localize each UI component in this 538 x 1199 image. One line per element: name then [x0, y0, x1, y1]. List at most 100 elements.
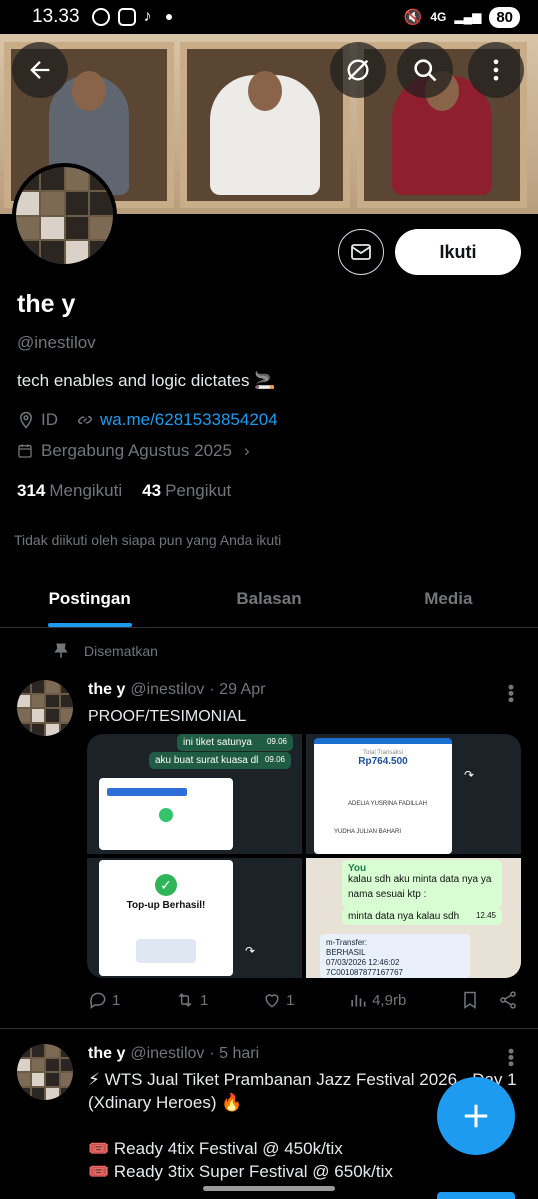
message-button[interactable]	[338, 229, 384, 275]
tweet-more-icon-2[interactable]: •••	[501, 1048, 521, 1067]
bookmark-action[interactable]	[460, 990, 518, 1010]
profile-avatar[interactable]	[12, 163, 117, 268]
profile-location: ID	[41, 410, 58, 429]
following-count: 314	[17, 481, 46, 500]
bookmark-icon	[464, 991, 476, 1009]
back-arrow-icon	[30, 61, 50, 79]
pinned-label: Disematkan	[84, 643, 158, 659]
link-icon	[78, 416, 92, 424]
status-time: 13.33	[32, 6, 80, 27]
retweet-count: 1	[200, 991, 209, 1009]
search-button[interactable]	[397, 42, 453, 98]
tweet-avatar[interactable]	[17, 680, 73, 736]
more-vertical-icon	[493, 59, 499, 81]
profile-website-link[interactable]: wa.me/6281533854204	[100, 410, 278, 430]
tweet-2-line-4: 🎟️ Ready 3tix Super Festival @ 650k/tix	[88, 1162, 393, 1181]
signal-icon: ▂▄▆	[454, 10, 482, 24]
like-action[interactable]: 1	[262, 990, 294, 1010]
followers-label: Pengikut	[165, 481, 232, 500]
followers-count-link[interactable]: 43 Pengikut	[142, 481, 231, 501]
more-options-button[interactable]	[468, 42, 524, 98]
plus-icon	[464, 1104, 488, 1128]
tweet-actions: 1 1 1 4,9rb	[88, 990, 518, 1010]
topup-success-thumb: ✓ Top-up Berhasil!	[99, 860, 233, 976]
tweet-text: PROOF/TESIMONIAL	[88, 708, 247, 725]
retweet-icon	[178, 993, 192, 1007]
tweet-divider	[0, 1028, 538, 1029]
battery-badge: 80	[489, 6, 520, 28]
media-image-2[interactable]: Total Transaksi Rp764.500 ADELIA YUSRINA…	[306, 734, 521, 854]
search-icon	[414, 59, 437, 82]
profile-name: the y	[17, 290, 76, 318]
profile-bio: tech enables and logic dictates 🚬	[17, 371, 276, 390]
chat-bubble-2: aku buat surat kuasa dl 09.06	[149, 752, 291, 769]
tweet-avatar-photo	[17, 680, 73, 736]
home-indicator[interactable]	[203, 1186, 335, 1191]
mute-icon: 🔇	[403, 9, 423, 26]
mutual-followers-text: Tidak diikuti oleh siapa pun yang Anda i…	[14, 532, 282, 548]
tab-posts[interactable]: Postingan	[0, 570, 179, 627]
media-image-1[interactable]: ini tiket satunya 09.06 aku buat surat ku…	[87, 734, 302, 854]
screenshot-icon	[117, 8, 136, 26]
tweet-author-handle[interactable]: @inestilov	[130, 681, 204, 699]
profile-joined-row[interactable]: Bergabung Agustus 2025 ›	[17, 441, 250, 461]
bca-transfer-thumb: m-Transfer: BERHASIL 07/03/2026 12:46:02…	[320, 934, 470, 978]
mail-icon	[351, 244, 371, 260]
reply-count: 1	[112, 991, 121, 1009]
bank-receipt-thumb	[99, 778, 233, 850]
tweet-more-icon[interactable]: •••	[501, 684, 521, 703]
tweet-author-name-2[interactable]: the y	[88, 1045, 125, 1063]
chat-bubble-1: ini tiket satunya 09.06	[177, 734, 293, 751]
tab-replies[interactable]: Balasan	[179, 570, 358, 627]
profile-counts: 314 Mengikuti 43 Pengikut	[17, 481, 231, 501]
quoted-reply-bubble: You kalau sdh aku minta data nya ya nama…	[342, 860, 502, 908]
partial-button-edge	[437, 1192, 515, 1199]
media-image-4[interactable]: You kalau sdh aku minta data nya ya nama…	[306, 858, 521, 978]
chevron-right-icon: ›	[243, 441, 250, 460]
pin-icon	[54, 643, 68, 658]
following-count-link[interactable]: 314 Mengikuti	[17, 481, 122, 501]
followers-count: 43	[142, 481, 162, 500]
views-action[interactable]: 4,9rb	[348, 990, 406, 1010]
tweet-avatar-photo-2	[17, 1044, 73, 1100]
status-bar: 13.33 ♪ 🔇 4G ▂▄▆ 80	[0, 0, 538, 34]
follow-button[interactable]: Ikuti	[395, 229, 521, 275]
banner-photo-box-middle	[180, 42, 350, 208]
calendar-icon	[18, 444, 32, 458]
back-button[interactable]	[12, 42, 68, 98]
tweet-avatar-2[interactable]	[17, 1044, 73, 1100]
tweet-date[interactable]: · 29 Apr	[209, 681, 265, 699]
system-icons: 🔇 4G ▂▄▆ 80	[403, 6, 520, 28]
banner-head-left	[72, 71, 106, 111]
more-notifications-dot-icon	[165, 14, 172, 20]
tweet-date-2[interactable]: · 5 hari	[209, 1045, 259, 1063]
views-chart-icon	[351, 995, 366, 1007]
heart-icon	[265, 994, 279, 1008]
retweet-action[interactable]: 1	[174, 990, 208, 1010]
reply-icon	[90, 992, 106, 1009]
tweet-author-name[interactable]: the y	[88, 681, 125, 699]
tiktok-icon: ♪	[143, 8, 152, 25]
profile-tabs: Postingan Balasan Media	[0, 570, 538, 628]
tweet-media-grid: ini tiket satunya 09.06 aku buat surat ku…	[87, 734, 521, 978]
whatsapp-icon	[91, 8, 110, 26]
share-icon[interactable]	[498, 990, 518, 1010]
compose-tweet-button[interactable]	[437, 1077, 515, 1155]
hide-reposts-button[interactable]	[330, 42, 386, 98]
location-pin-icon	[19, 411, 33, 429]
view-count: 4,9rb	[372, 991, 407, 1009]
like-count: 1	[286, 991, 295, 1009]
transfer-receipt-thumb: Total Transaksi Rp764.500 ADELIA YUSRINA…	[314, 738, 452, 854]
tweet-header: the y @inestilov · 29 Apr	[88, 681, 265, 699]
pinned-indicator: Disematkan	[52, 642, 158, 660]
tweet-header-2: the y @inestilov · 5 hari	[88, 1045, 259, 1063]
network-label: 4G	[430, 10, 447, 24]
following-label: Mengikuti	[49, 481, 123, 500]
share-forward-icon[interactable]: ↷	[464, 768, 474, 782]
tab-media[interactable]: Media	[359, 570, 538, 627]
profile-joined: Bergabung Agustus 2025	[41, 441, 232, 460]
reply-action[interactable]: 1	[88, 990, 120, 1010]
media-image-3[interactable]: ✓ Top-up Berhasil! ↷	[87, 858, 302, 978]
tweet-author-handle-2[interactable]: @inestilov	[130, 1045, 204, 1063]
share-forward-icon-2[interactable]: ↷	[245, 944, 255, 958]
